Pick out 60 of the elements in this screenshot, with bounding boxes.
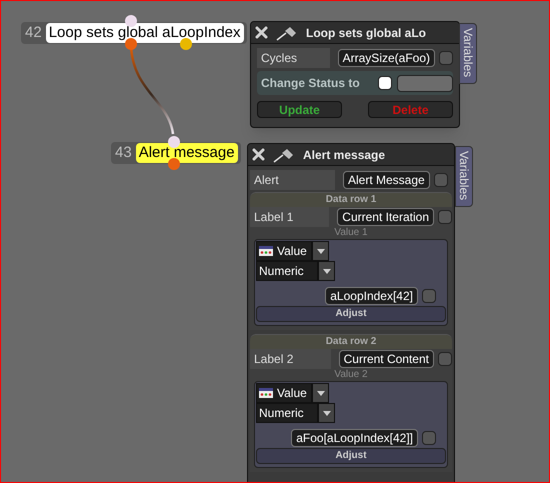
- caret-icon: [322, 268, 330, 274]
- pin-icon[interactable]: [276, 24, 298, 40]
- checkbox[interactable]: [434, 173, 448, 187]
- pin-icon[interactable]: [273, 146, 295, 162]
- panel-title: Alert message: [303, 146, 386, 164]
- dropdown-arrow-button[interactable]: [312, 241, 329, 261]
- status-field[interactable]: [397, 74, 453, 92]
- node-label: Alert message: [136, 143, 238, 163]
- status-label: Change Status to: [261, 75, 361, 92]
- field-label: Label 1: [250, 207, 330, 227]
- checkbox[interactable]: [422, 431, 436, 445]
- variables-tab[interactable]: Variables: [455, 146, 473, 208]
- panel-title: Loop sets global aLo: [306, 24, 426, 42]
- field-label: Label 2: [250, 349, 331, 369]
- text-field[interactable]: ArraySize(aFoo): [338, 49, 435, 67]
- field-label: Alert: [250, 170, 335, 190]
- caret-icon: [316, 248, 324, 254]
- caret-icon: [316, 390, 324, 396]
- checkbox[interactable]: [439, 51, 453, 65]
- text-field[interactable]: Current Iteration: [337, 208, 434, 226]
- dropdown-value: Value: [277, 243, 307, 260]
- node-label: Loop sets global aLoopIndex: [46, 23, 244, 43]
- input-port[interactable]: [168, 136, 180, 148]
- dropdown-arrow-button[interactable]: [318, 403, 335, 423]
- value-caption: Value 2: [333, 369, 369, 381]
- update-button[interactable]: Update: [257, 101, 342, 118]
- dropdown-value: Numeric: [259, 405, 304, 422]
- section-header: Data row 2: [250, 335, 452, 349]
- caret-icon: [322, 410, 330, 416]
- text-field[interactable]: aFoo[aLoopIndex[42]]: [291, 429, 418, 447]
- text-field[interactable]: Current Content: [338, 350, 434, 368]
- text-field[interactable]: Alert Message: [343, 171, 430, 189]
- adjust-button[interactable]: Adjust: [256, 306, 446, 322]
- variables-tab[interactable]: Variables: [459, 23, 477, 84]
- value-type-icon: [259, 388, 273, 398]
- section-header: Data row 1: [250, 193, 452, 207]
- input-port[interactable]: [125, 15, 137, 27]
- text-field[interactable]: aLoopIndex[42]: [325, 287, 418, 305]
- dropdown[interactable]: Value: [256, 383, 312, 403]
- node-number: 43: [115, 142, 133, 163]
- adjust-button[interactable]: Adjust: [256, 448, 446, 464]
- value-type-icon: [259, 246, 273, 256]
- dropdown-value: Numeric: [259, 263, 304, 280]
- value-caption: Value 1: [333, 227, 369, 239]
- node-number: 42: [25, 22, 43, 43]
- field-label: Cycles: [257, 48, 330, 68]
- dropdown[interactable]: Value: [256, 241, 312, 261]
- checkbox[interactable]: [438, 210, 452, 224]
- checkbox[interactable]: [378, 76, 392, 90]
- dropdown-value: Value: [277, 385, 307, 402]
- dropdown-arrow-button[interactable]: [318, 261, 335, 281]
- flow-node[interactable]: 43 Alert message: [111, 142, 241, 164]
- dropdown[interactable]: Numeric: [256, 403, 318, 423]
- dropdown[interactable]: Numeric: [256, 261, 318, 281]
- checkbox[interactable]: [422, 289, 436, 303]
- checkbox[interactable]: [438, 352, 452, 366]
- close-icon[interactable]: [252, 148, 265, 161]
- dropdown-arrow-button[interactable]: [312, 383, 329, 403]
- close-icon[interactable]: [255, 26, 268, 39]
- flow-node[interactable]: 42 Loop sets global aLoopIndex: [21, 22, 247, 44]
